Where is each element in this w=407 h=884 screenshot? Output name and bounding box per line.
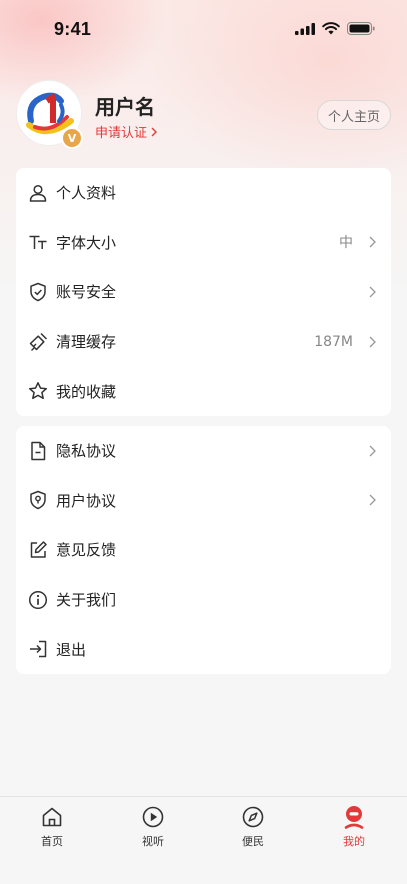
chevron-right-icon <box>369 494 376 506</box>
menu-item-logout[interactable]: 退出 <box>16 624 391 674</box>
menu-item-value: 中 <box>339 235 353 252</box>
status-time: 9:41 <box>54 19 92 39</box>
menu-item-label: 退出 <box>56 640 87 659</box>
verified-badge: V <box>61 127 83 149</box>
star-icon <box>28 381 48 401</box>
tab-label: 首页 <box>41 835 63 848</box>
tab-home[interactable]: 首页 <box>12 805 92 849</box>
menu-item-label: 个人资料 <box>56 184 117 203</box>
chevron-right-icon <box>151 127 158 136</box>
profile-icon <box>344 806 364 829</box>
settings-card-2: 隐私协议 用户协议 意见反馈 关于我们 退出 <box>16 426 391 674</box>
status-icons <box>295 22 375 35</box>
apply-verification-link[interactable]: 申请认证 <box>95 122 158 141</box>
logout-icon <box>28 639 48 659</box>
username: 用户名 <box>95 95 155 119</box>
chevron-right-icon <box>369 236 376 248</box>
menu-item-font-size[interactable]: 字体大小 中 <box>16 218 391 268</box>
battery-icon <box>347 22 375 35</box>
tab-video[interactable]: 视听 <box>113 805 193 849</box>
bottom-tab-bar: 首页 视听 便民 我的 <box>0 796 407 884</box>
tab-label: 视听 <box>142 835 164 848</box>
shield-location-icon <box>28 490 48 510</box>
font-size-icon <box>28 232 48 252</box>
profile-header: V 用户名 申请认证 个人主页 <box>16 80 391 149</box>
chevron-right-icon <box>369 336 376 348</box>
shield-icon <box>28 282 48 302</box>
menu-item-clear-cache[interactable]: 清理缓存 187M <box>16 317 391 367</box>
menu-item-profile[interactable]: 个人资料 <box>16 168 391 218</box>
settings-card-1: 个人资料 字体大小 中 账号安全 清理缓存 187M 我的收藏 <box>16 168 391 416</box>
compass-icon <box>242 806 264 828</box>
menu-item-label: 意见反馈 <box>56 541 117 560</box>
menu-item-about-us[interactable]: 关于我们 <box>16 575 391 625</box>
user-icon <box>28 183 48 203</box>
menu-item-label: 字体大小 <box>56 233 117 252</box>
menu-item-privacy-policy[interactable]: 隐私协议 <box>16 426 391 476</box>
menu-item-label: 关于我们 <box>56 591 117 610</box>
broom-icon <box>28 332 48 352</box>
personal-homepage-button[interactable]: 个人主页 <box>317 100 391 130</box>
chevron-right-icon <box>369 445 376 457</box>
document-icon <box>28 441 48 461</box>
apply-verification-label: 申请认证 <box>95 126 148 141</box>
menu-item-label: 账号安全 <box>56 283 117 302</box>
menu-item-label: 我的收藏 <box>56 382 117 401</box>
chevron-right-icon <box>369 286 376 298</box>
status-bar: 9:41 <box>0 0 407 60</box>
tab-label: 便民 <box>242 835 264 848</box>
menu-item-user-agreement[interactable]: 用户协议 <box>16 476 391 526</box>
tab-mine[interactable]: 我的 <box>314 805 394 849</box>
menu-item-label: 隐私协议 <box>56 442 117 461</box>
signal-icon <box>295 22 315 35</box>
info-icon <box>28 590 48 610</box>
home-icon <box>42 807 62 827</box>
menu-item-label: 清理缓存 <box>56 333 117 352</box>
edit-icon <box>28 540 48 560</box>
menu-item-label: 用户协议 <box>56 491 117 510</box>
menu-item-feedback[interactable]: 意见反馈 <box>16 525 391 575</box>
play-icon <box>142 806 164 828</box>
tab-services[interactable]: 便民 <box>213 805 293 849</box>
tab-label: 我的 <box>343 835 365 848</box>
menu-item-account-security[interactable]: 账号安全 <box>16 267 391 317</box>
menu-item-favorites[interactable]: 我的收藏 <box>16 366 391 416</box>
wifi-icon <box>322 22 340 35</box>
menu-item-value: 187M <box>314 333 353 350</box>
